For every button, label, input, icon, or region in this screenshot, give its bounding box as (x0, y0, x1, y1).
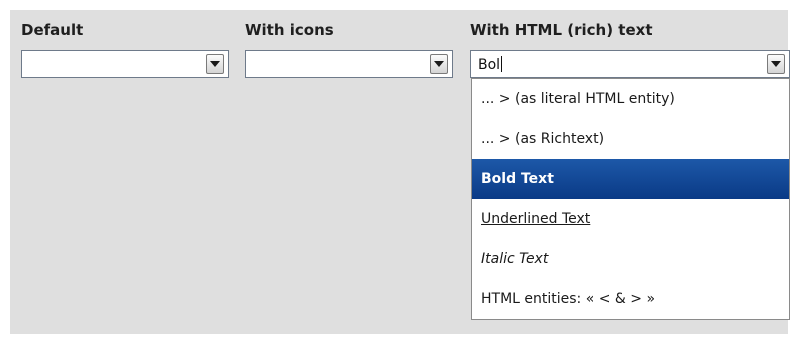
dropdown-item-html-entities[interactable]: HTML entities: « < & > » (472, 279, 789, 319)
rich-text-dropdown-list: ... > (as literal HTML entity) ... > (as… (471, 78, 790, 320)
dropdown-item-literal-entity[interactable]: ... > (as literal HTML entity) (472, 79, 789, 119)
rich-text-label: With HTML (rich) text (470, 21, 653, 39)
dropdown-item-bold-text[interactable]: Bold Text (472, 159, 789, 199)
default-label: Default (21, 21, 84, 39)
with-icons-combobox-arrow-button[interactable] (430, 54, 448, 74)
chevron-down-icon (210, 61, 220, 67)
dropdown-item-richtext[interactable]: ... > (as Richtext) (472, 119, 789, 159)
rich-text-combobox[interactable]: Bol (470, 50, 790, 78)
text-cursor (501, 56, 503, 72)
with-icons-combobox[interactable] (245, 50, 453, 78)
rich-text-combobox-input[interactable]: Bol (478, 56, 503, 73)
with-icons-label: With icons (245, 21, 334, 39)
rich-text-combobox-value: Bol (478, 57, 501, 73)
underlined-text-label: Underlined Text (481, 211, 591, 227)
default-combobox-arrow-button[interactable] (206, 54, 224, 74)
rich-text-combobox-arrow-button[interactable] (767, 54, 785, 74)
dropdown-item-underlined-text[interactable]: Underlined Text (472, 199, 789, 239)
chevron-down-icon (771, 61, 781, 67)
dropdown-item-italic-text[interactable]: Italic Text (472, 239, 789, 279)
default-combobox[interactable] (21, 50, 229, 78)
chevron-down-icon (434, 61, 444, 67)
